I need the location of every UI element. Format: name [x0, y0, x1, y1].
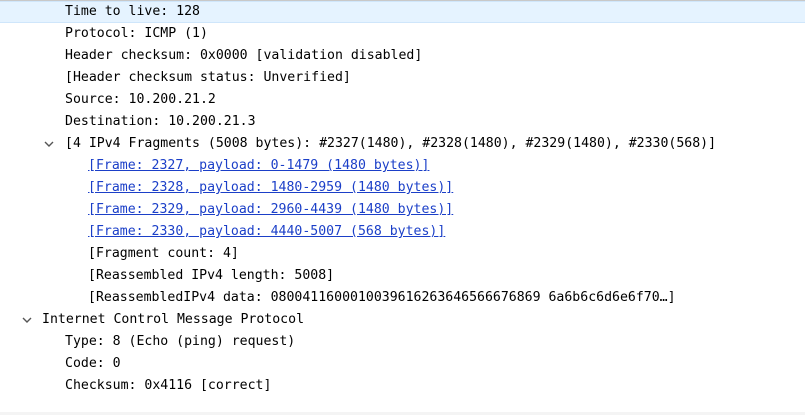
tree-row-label: Protocol: ICMP (1) — [65, 26, 208, 41]
frame-link-label[interactable]: [Frame: 2328, payload: 1480-2959 (1480 b… — [88, 177, 453, 199]
tree-row-frame-link[interactable]: [Frame: 2330, payload: 4440-5007 (568 by… — [0, 221, 805, 243]
tree-row-frame-link[interactable]: [Frame: 2329, payload: 2960-4439 (1480 b… — [0, 199, 805, 221]
tree-row[interactable]: [ReassembledIPv4 data: 08004116000100396… — [0, 287, 805, 309]
tree-row[interactable]: Code: 0 — [0, 353, 805, 375]
tree-row-expandable[interactable]: [4 IPv4 Fragments (5008 bytes): #2327(14… — [0, 133, 805, 155]
tree-row[interactable]: [Fragment count: 4] — [0, 243, 805, 265]
tree-row-label: [ReassembledIPv4 data: 08004116000100396… — [88, 290, 676, 305]
packet-details-pane: Time to live: 128 Protocol: ICMP (1) Heade… — [0, 0, 805, 415]
frame-link-label[interactable]: [Frame: 2330, payload: 4440-5007 (568 by… — [88, 221, 445, 243]
tree-row-label: [Reassembled IPv4 length: 5008] — [88, 268, 335, 283]
tree-row-label: Type: 8 (Echo (ping) request) — [65, 334, 296, 349]
tree-row[interactable]: Source: 10.200.21.2 — [0, 89, 805, 111]
chevron-down-icon[interactable] — [20, 309, 34, 331]
tree-row[interactable]: Checksum: 0x4116 [correct] — [0, 375, 805, 397]
tree-row-frame-link[interactable]: [Frame: 2327, payload: 0-1479 (1480 byte… — [0, 155, 805, 177]
frame-link-label[interactable]: [Frame: 2329, payload: 2960-4439 (1480 b… — [88, 199, 453, 221]
chevron-down-icon[interactable] — [42, 133, 56, 155]
tree-row[interactable]: Time to live: 128 — [0, 1, 805, 23]
tree-row[interactable]: [Reassembled IPv4 length: 5008] — [0, 265, 805, 287]
tree-row-label: [Header checksum status: Unverified] — [65, 70, 351, 85]
tree-row-expandable[interactable]: Internet Control Message Protocol — [0, 309, 805, 331]
tree-row-label: Time to live: 128 — [65, 4, 200, 19]
tree-row-label: Destination: 10.200.21.3 — [65, 114, 256, 129]
tree-row-label: [4 IPv4 Fragments (5008 bytes): #2327(14… — [65, 136, 717, 151]
tree-row-label: Header checksum: 0x0000 [validation disa… — [65, 48, 423, 63]
tree-row[interactable]: Protocol: ICMP (1) — [0, 23, 805, 45]
frame-link-label[interactable]: [Frame: 2327, payload: 0-1479 (1480 byte… — [88, 155, 429, 177]
tree-row-frame-link[interactable]: [Frame: 2328, payload: 1480-2959 (1480 b… — [0, 177, 805, 199]
tree-row-label: Code: 0 — [65, 356, 121, 371]
tree-row[interactable]: Type: 8 (Echo (ping) request) — [0, 331, 805, 353]
tree-row[interactable]: Header checksum: 0x0000 [validation disa… — [0, 45, 805, 67]
tree-row-label: [Fragment count: 4] — [88, 246, 239, 261]
tree-row[interactable]: [Header checksum status: Unverified] — [0, 67, 805, 89]
tree-row-label: Internet Control Message Protocol — [42, 312, 305, 327]
tree-row-label: Source: 10.200.21.2 — [65, 92, 216, 107]
tree-row-label: Checksum: 0x4116 [correct] — [65, 378, 272, 393]
tree-row[interactable]: Destination: 10.200.21.3 — [0, 111, 805, 133]
